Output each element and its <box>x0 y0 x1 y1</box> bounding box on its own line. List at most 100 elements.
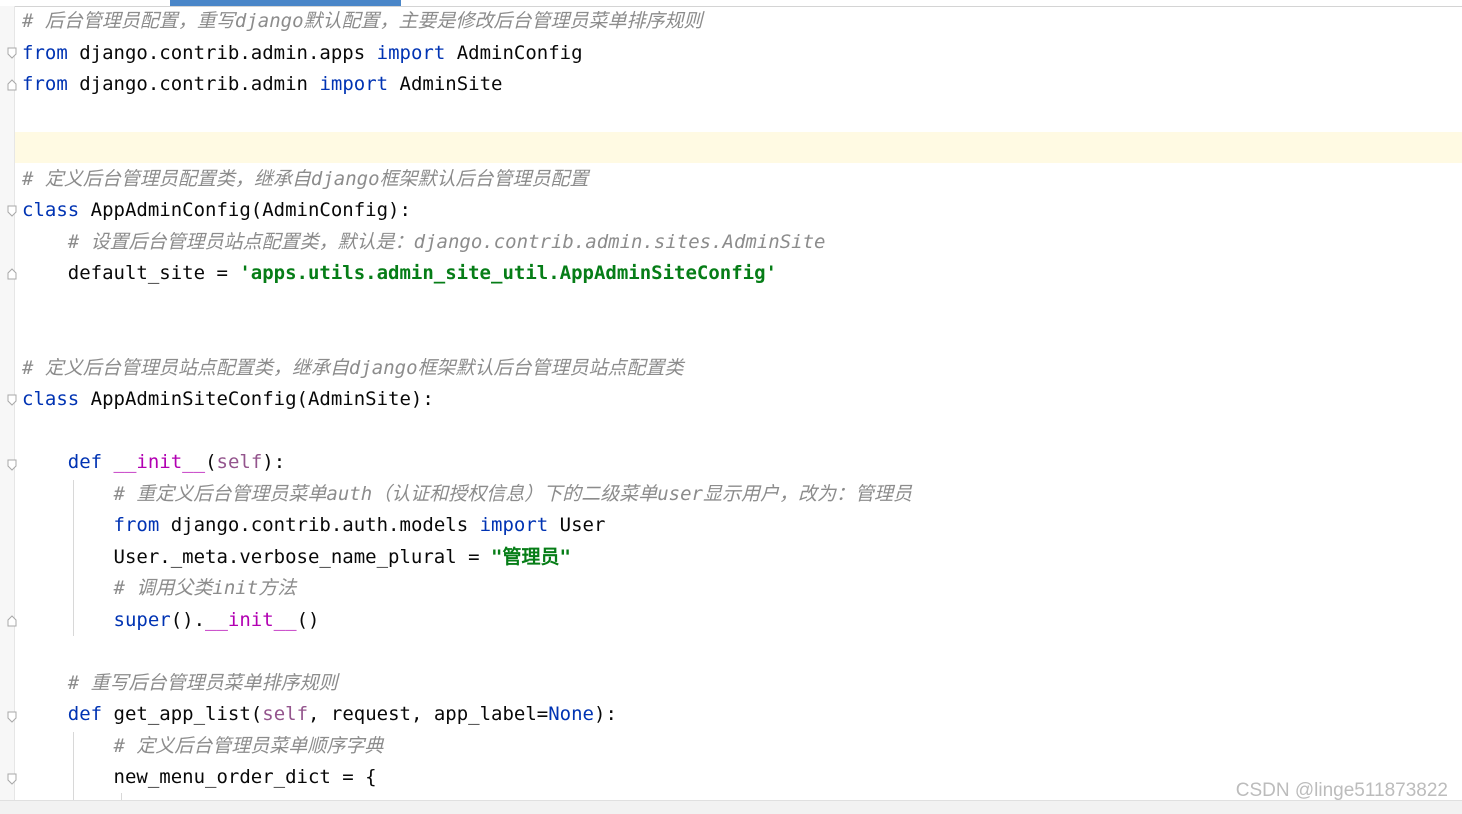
code-token: django <box>310 167 380 190</box>
code-token: # <box>113 577 137 599</box>
code-token: None <box>548 703 594 725</box>
code-line[interactable]: # 定义后台管理员站点配置类，继承自django框架默认后台管理员站点配置类 <box>22 353 684 384</box>
code-line[interactable]: super().__init__() <box>22 605 320 636</box>
code-token: self <box>216 451 263 473</box>
code-token: 后台管理员配置，重写 <box>44 10 235 32</box>
code-token: # <box>22 10 45 32</box>
code-token: # <box>113 482 137 505</box>
code-line[interactable]: default_site = 'apps.utils.admin_site_ut… <box>22 258 777 289</box>
code-token: 定义后台管理员站点配置类，继承自 <box>44 356 349 379</box>
code-token: User._meta.verbose_name_plural = <box>22 545 491 568</box>
code-line[interactable]: def __init__(self): <box>22 447 285 478</box>
code-token: () <box>296 608 320 631</box>
code-token: 设置后台管理员站点配置类，默认是： <box>90 230 414 253</box>
code-token: from <box>113 514 160 536</box>
code-token: AppAdminSiteConfig(AdminSite): <box>79 388 434 410</box>
code-token: import <box>376 41 446 64</box>
code-token: 调用父类 <box>136 577 213 599</box>
code-token: （认证和授权信息）下的二级菜单 <box>372 482 658 505</box>
fold-marker-icon[interactable] <box>7 394 17 406</box>
code-line[interactable]: # 定义后台管理员配置类，继承自django框架默认后台管理员配置 <box>22 164 589 195</box>
code-token: self <box>262 703 309 725</box>
code-line[interactable]: def get_app_list(self, request, app_labe… <box>22 699 617 730</box>
code-token: new_menu_order_dict = { <box>22 766 377 788</box>
fold-marker-icon[interactable] <box>7 773 17 785</box>
code-token: import <box>479 514 549 536</box>
code-token: ( <box>205 451 217 473</box>
code-token: ): <box>262 451 286 473</box>
code-token: AdminConfig <box>445 41 583 64</box>
code-token: AppAdminConfig(AdminConfig): <box>79 199 411 221</box>
code-line[interactable]: # 后台管理员配置，重写django默认配置，主要是修改后台管理员菜单排序规则 <box>22 6 703 37</box>
code-token: User <box>548 514 606 536</box>
code-line[interactable]: # 重定义后台管理员菜单auth（认证和授权信息）下的二级菜单user显示用户，… <box>22 479 912 510</box>
fold-marker-icon[interactable] <box>7 459 17 471</box>
code-token: " <box>491 545 503 568</box>
code-token: django.contrib.admin.sites.AdminSite <box>413 230 826 253</box>
code-token: 'apps.utils.admin_site_util.AppAdminSite… <box>239 262 777 284</box>
code-token: 框架默认后台管理员站点配置类 <box>417 356 684 379</box>
code-line[interactable]: class AppAdminConfig(AdminConfig): <box>22 195 411 226</box>
fold-marker-icon[interactable] <box>7 615 17 627</box>
code-token: # <box>22 356 45 379</box>
code-line[interactable]: # 定义后台管理员菜单顺序字典 <box>22 731 384 762</box>
code-token: , request, app_label= <box>308 703 549 725</box>
code-token: ): <box>594 703 617 725</box>
code-token: class <box>22 199 80 221</box>
code-token: 定义后台管理员配置类，继承自 <box>44 167 311 190</box>
fold-marker-icon[interactable] <box>7 711 17 723</box>
fold-marker-icon[interactable] <box>7 205 17 217</box>
code-line[interactable]: from django.contrib.admin.apps import Ad… <box>22 38 583 69</box>
code-token: # <box>113 734 137 757</box>
fold-marker-icon[interactable] <box>7 47 17 59</box>
code-token: from <box>22 41 68 64</box>
code-token: (). <box>170 608 206 631</box>
caret-row-highlight <box>15 132 1462 163</box>
code-token: def <box>67 451 103 473</box>
code-line[interactable]: new_menu_order_dict = { <box>22 762 377 793</box>
csdn-watermark: CSDN @linge511873822 <box>1235 780 1448 801</box>
horizontal-scrollbar[interactable] <box>0 800 1462 814</box>
code-token: __init__ <box>113 451 206 473</box>
code-token: AdminSite <box>388 73 503 95</box>
code-token: django.contrib.admin.apps <box>67 41 377 64</box>
code-token: from <box>22 73 68 95</box>
code-token: auth <box>326 482 373 505</box>
fold-marker-icon[interactable] <box>7 268 17 280</box>
code-token: class <box>22 388 80 410</box>
indent-guide <box>121 793 122 800</box>
code-line[interactable]: class AppAdminSiteConfig(AdminSite): <box>22 384 434 415</box>
code-token: 重写后台管理员菜单排序规则 <box>90 671 338 694</box>
code-line[interactable]: from django.contrib.auth.models import U… <box>22 510 606 541</box>
code-token: 重定义后台管理员菜单 <box>136 482 327 505</box>
code-line[interactable]: from django.contrib.admin import AdminSi… <box>22 69 502 100</box>
code-token: 默认配置，主要是修改后台管理员菜单排序规则 <box>303 10 703 32</box>
code-token: " <box>559 545 571 568</box>
code-token: # <box>67 230 91 253</box>
fold-marker-icon[interactable] <box>7 79 17 91</box>
code-token: 管理员 <box>502 545 560 568</box>
code-token: init <box>212 577 259 599</box>
code-line[interactable]: # 设置后台管理员站点配置类，默认是：django.contrib.admin.… <box>22 227 826 258</box>
code-token: django <box>348 356 418 379</box>
code-line[interactable]: # 重写后台管理员菜单排序规则 <box>22 668 338 699</box>
code-token: 方法 <box>258 577 297 599</box>
code-token: default_site = <box>22 262 240 284</box>
code-token: 框架默认后台管理员配置 <box>379 167 589 190</box>
code-token: django.contrib.admin <box>67 73 320 95</box>
code-token: get_app_list( <box>102 703 263 725</box>
code-token: super <box>113 608 171 631</box>
code-token: import <box>319 73 389 95</box>
code-line[interactable]: User._meta.verbose_name_plural = "管理员" <box>22 542 571 573</box>
code-token: 显示用户，改为：管理员 <box>702 482 912 505</box>
code-token: user <box>657 482 703 505</box>
code-line[interactable]: # 调用父类init方法 <box>22 573 297 604</box>
